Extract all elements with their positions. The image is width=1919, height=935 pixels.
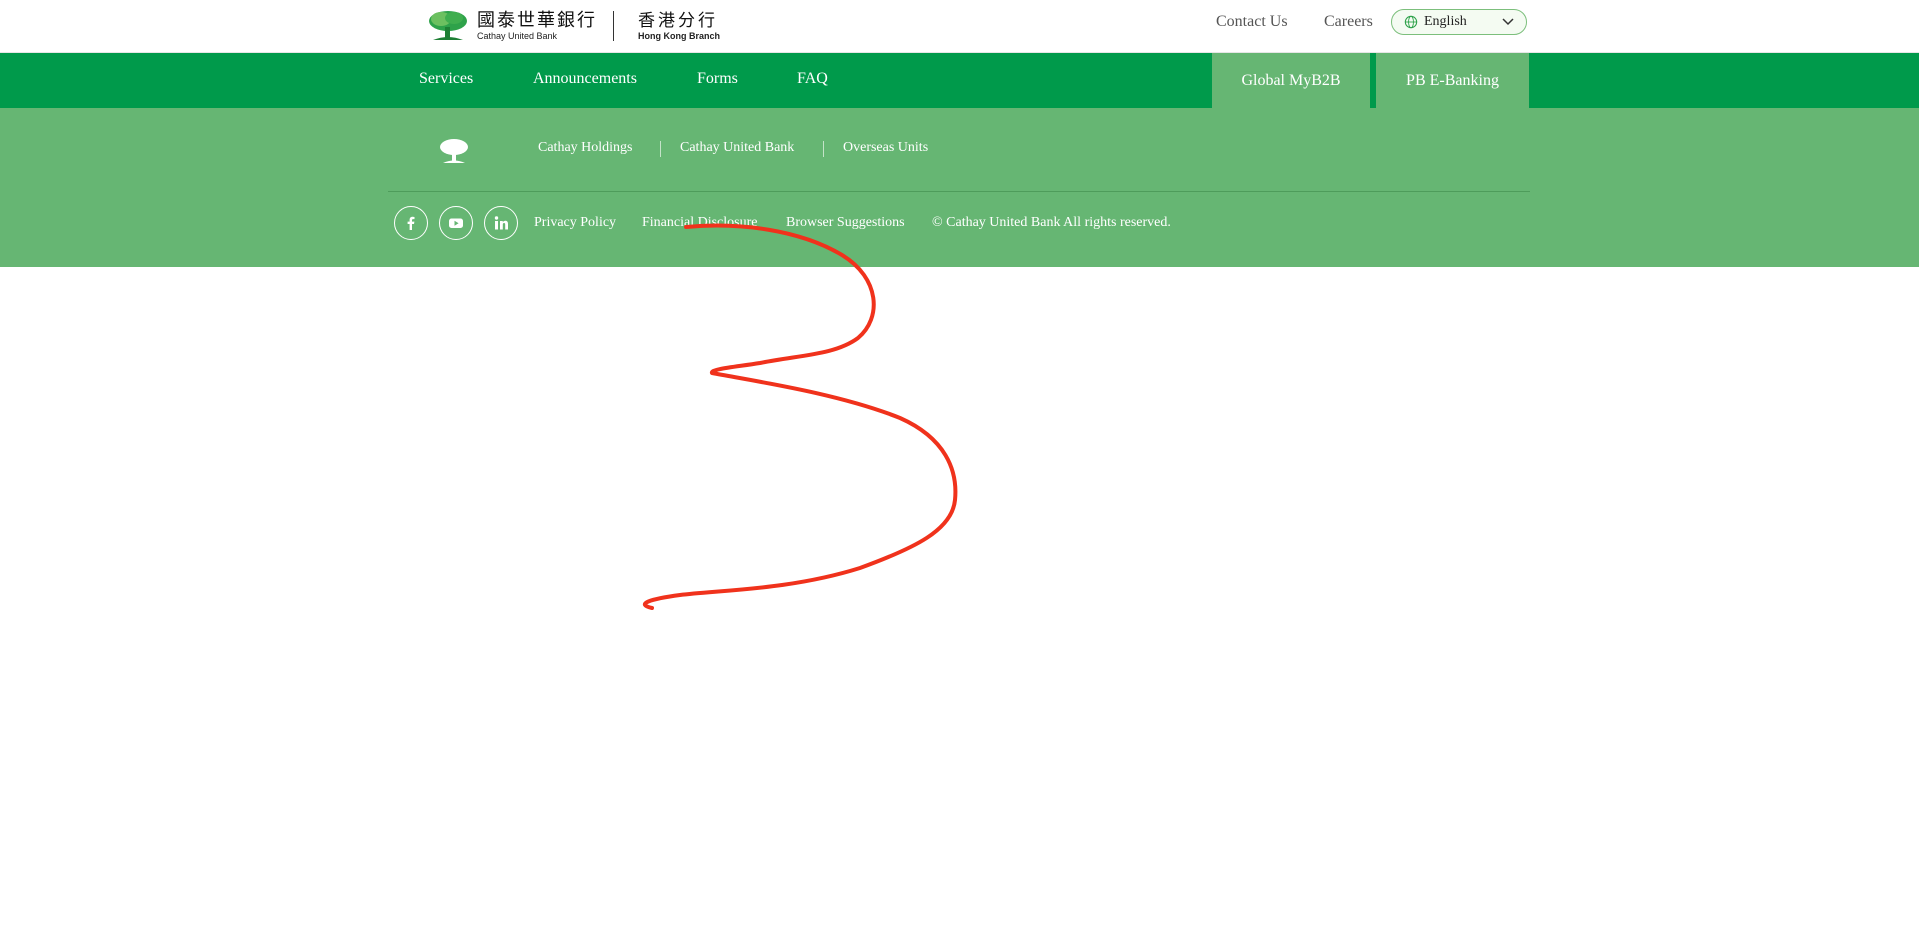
footer-group-links: Cathay Holdings Cathay United Bank Overs…: [388, 108, 1530, 192]
language-selector[interactable]: English: [1391, 9, 1527, 35]
tree-logo-icon: [429, 11, 467, 40]
facebook-icon: [407, 216, 415, 230]
youtube-button[interactable]: [439, 206, 473, 240]
logo-english-name: Cathay United Bank: [477, 30, 558, 41]
nav-services[interactable]: Services: [419, 70, 473, 88]
main-nav: Services Announcements Forms FAQ Global …: [0, 53, 1919, 108]
nav-faq[interactable]: FAQ: [797, 70, 828, 88]
top-header: 國泰世華銀行 Cathay United Bank 香港分行 Hong Kong…: [0, 0, 1919, 53]
facebook-button[interactable]: [394, 206, 428, 240]
branch-chinese-name: 香港分行: [638, 10, 718, 31]
branch-english-name: Hong Kong Branch: [638, 30, 720, 41]
nav-announcements[interactable]: Announcements: [533, 70, 637, 88]
logo-divider: [613, 11, 614, 41]
link-cathay-united-bank[interactable]: Cathay United Bank: [680, 140, 794, 156]
youtube-icon: [449, 218, 463, 228]
careers-link[interactable]: Careers: [1324, 13, 1373, 31]
footer: Cathay Holdings Cathay United Bank Overs…: [0, 108, 1919, 267]
browser-suggestions-link[interactable]: Browser Suggestions: [786, 215, 905, 231]
tree-logo-icon: [440, 139, 468, 163]
contact-us-link[interactable]: Contact Us: [1216, 13, 1288, 31]
financial-disclosure-link[interactable]: Financial Disclosure: [642, 215, 757, 231]
link-cathay-holdings[interactable]: Cathay Holdings: [538, 140, 633, 156]
logo-chinese-name: 國泰世華銀行: [477, 9, 597, 31]
link-overseas-units[interactable]: Overseas Units: [843, 140, 928, 156]
pb-ebanking-button[interactable]: PB E-Banking: [1376, 53, 1529, 108]
nav-forms[interactable]: Forms: [697, 70, 738, 88]
chevron-down-icon: [1502, 18, 1514, 26]
link-divider: [660, 141, 661, 157]
copyright-text: © Cathay United Bank All rights reserved…: [932, 215, 1171, 230]
linkedin-icon: [494, 216, 508, 230]
privacy-policy-link[interactable]: Privacy Policy: [534, 215, 616, 231]
language-selected: English: [1424, 14, 1467, 29]
global-myb2b-button[interactable]: Global MyB2B: [1212, 53, 1370, 108]
linkedin-button[interactable]: [484, 206, 518, 240]
link-divider: [823, 141, 824, 157]
globe-icon: [1404, 15, 1418, 29]
bank-logo[interactable]: 國泰世華銀行 Cathay United Bank 香港分行 Hong Kong…: [427, 9, 720, 43]
